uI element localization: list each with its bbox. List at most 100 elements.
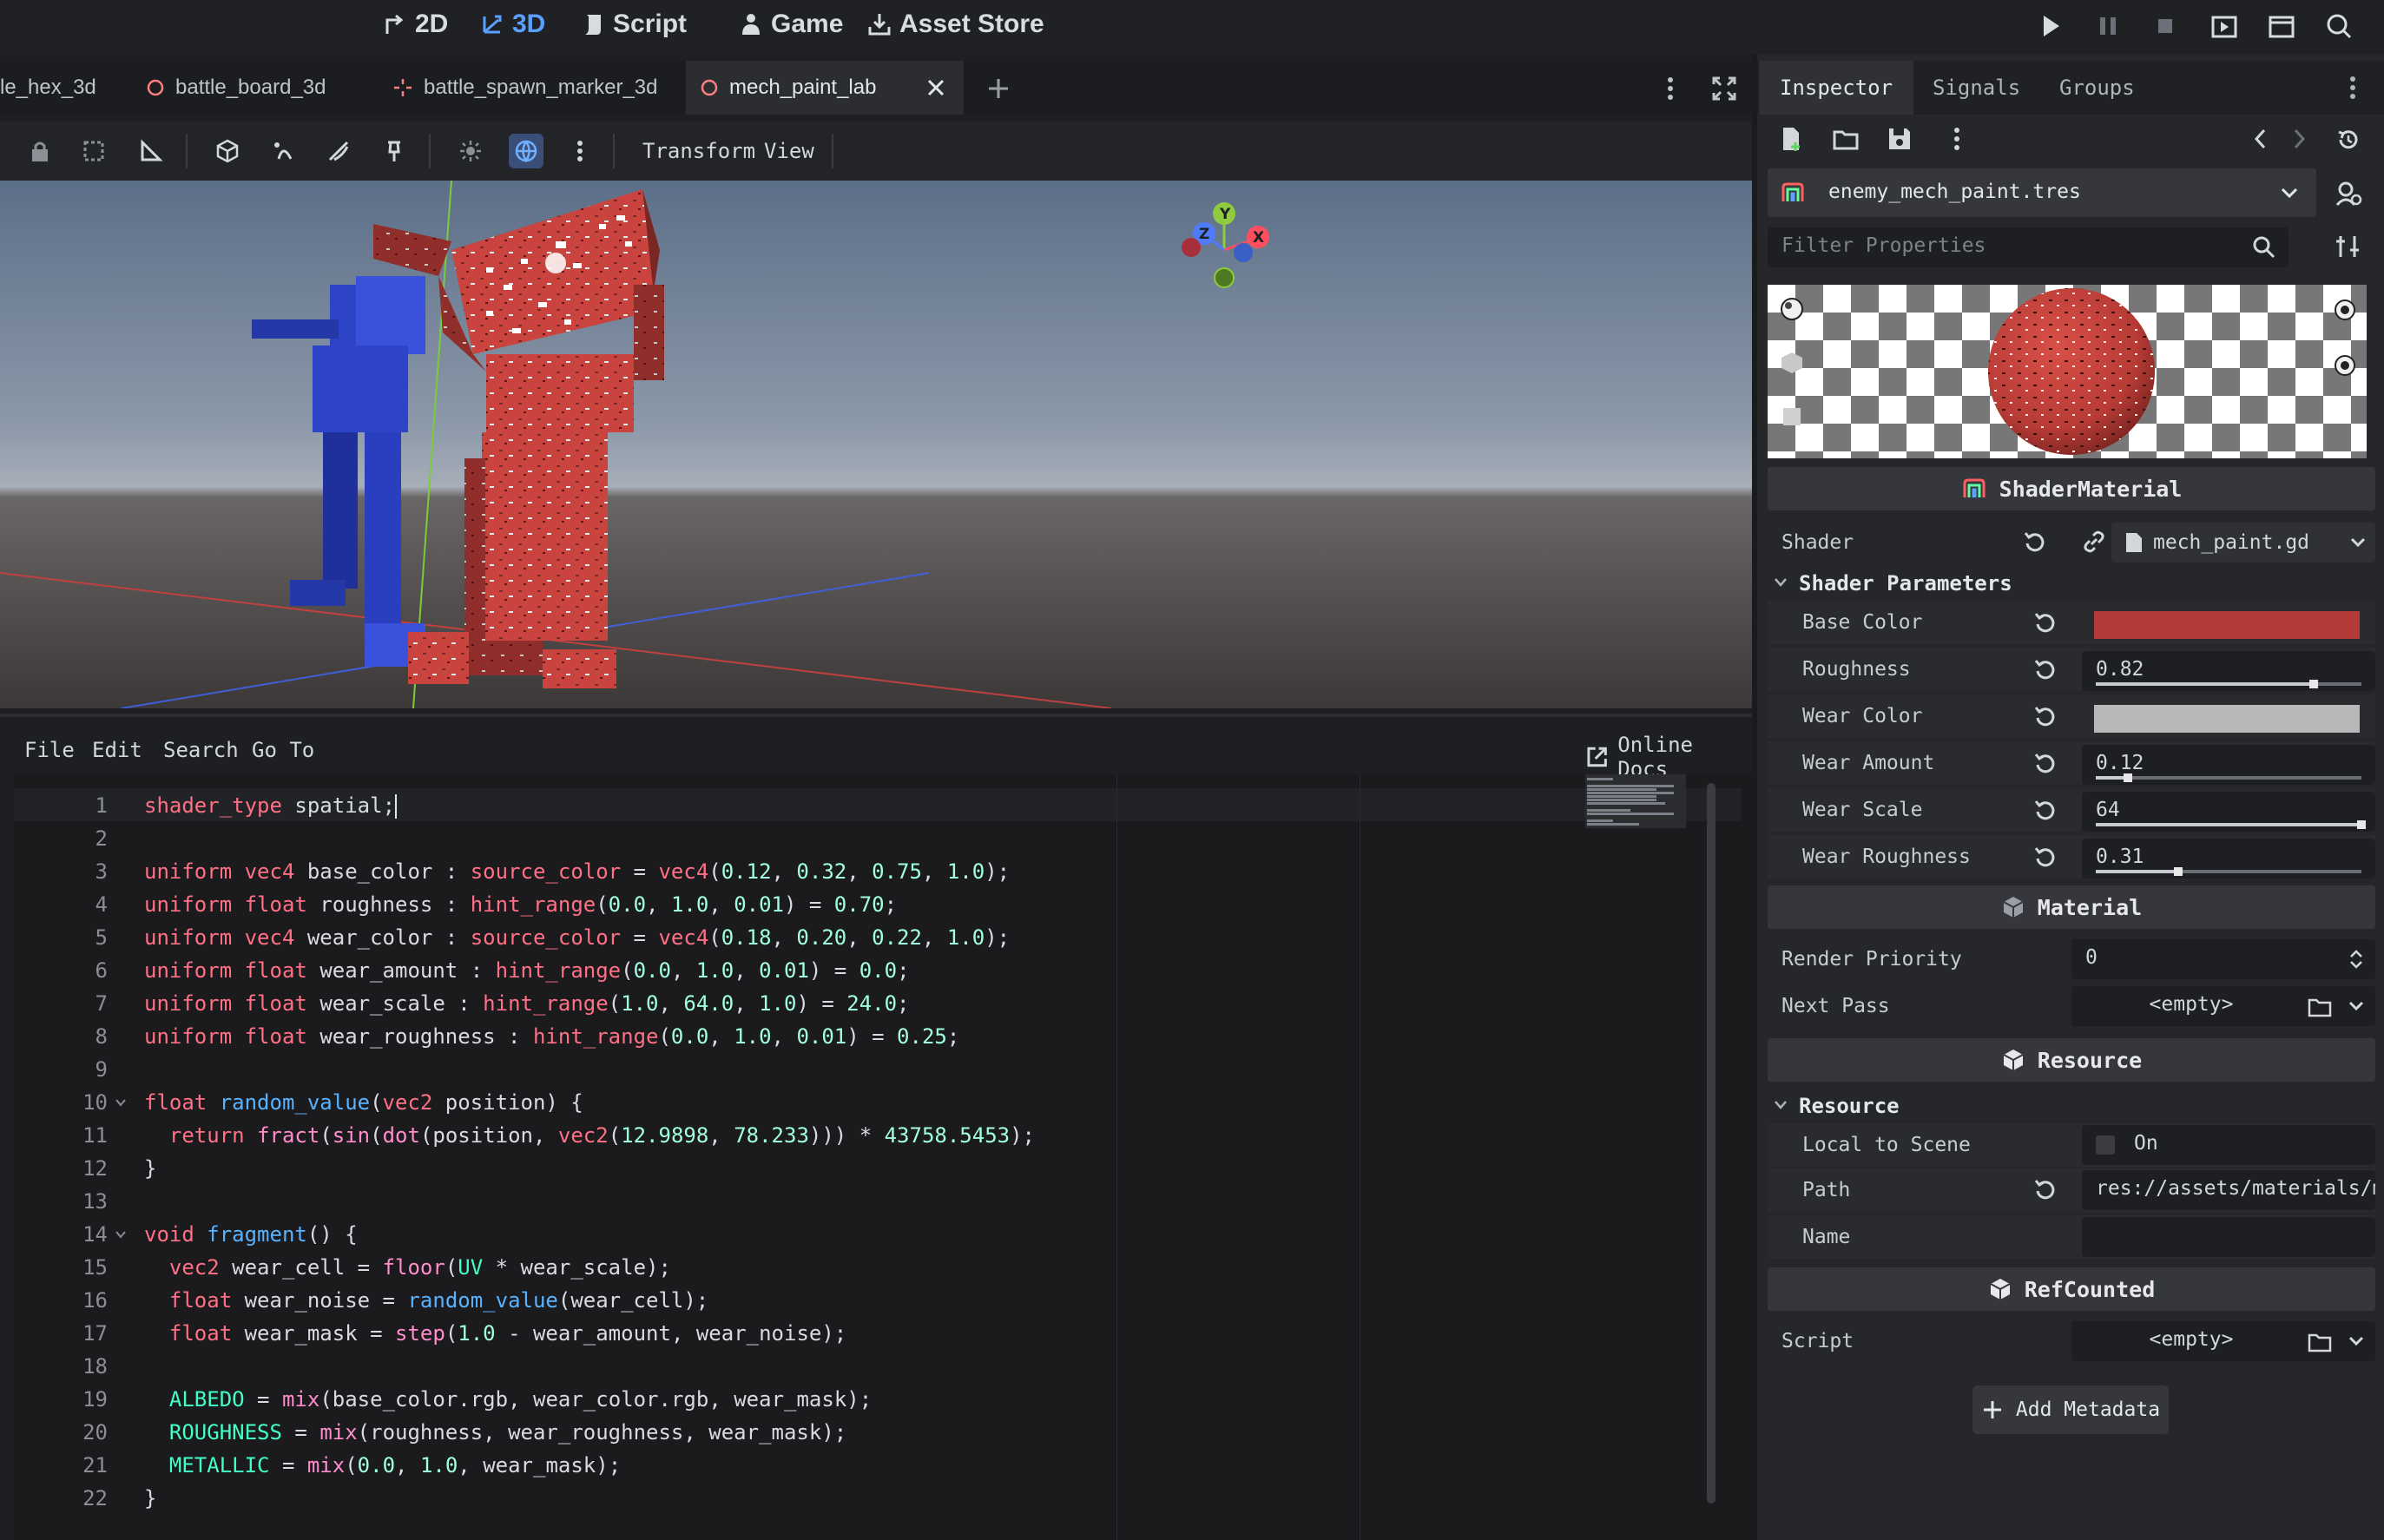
slider-track[interactable] bbox=[2096, 680, 2361, 688]
tools-icon[interactable] bbox=[2334, 233, 2361, 260]
group-icon[interactable] bbox=[76, 134, 111, 168]
file-menu[interactable]: File bbox=[24, 738, 75, 762]
history-back-icon[interactable] bbox=[2250, 127, 2271, 151]
scene-tab-active[interactable]: mech_paint_lab bbox=[686, 61, 964, 115]
reset-icon[interactable] bbox=[2033, 704, 2058, 728]
light-1-icon[interactable] bbox=[2330, 295, 2360, 325]
render-priority-spinbox[interactable]: 0 bbox=[2071, 939, 2375, 979]
name-input[interactable] bbox=[2082, 1217, 2375, 1257]
quad-preview-icon[interactable] bbox=[1778, 403, 1806, 431]
code-editor[interactable]: 1 2 3 4 5 6 7 8 9 10 11 12 13 14 15 16 17 18 19 20 21 22 shad… bbox=[14, 774, 1752, 1540]
goto-menu[interactable]: Go To bbox=[252, 738, 314, 762]
updown-arrows-icon[interactable] bbox=[2348, 948, 2365, 971]
more-icon[interactable] bbox=[2344, 75, 2361, 101]
panel-splitter[interactable] bbox=[1752, 54, 1757, 1540]
history-forward-icon[interactable] bbox=[2289, 127, 2309, 151]
material-preview[interactable] bbox=[1768, 285, 2367, 458]
distraction-free-icon[interactable] bbox=[1710, 75, 1738, 102]
snap-points-icon[interactable] bbox=[266, 134, 300, 168]
slider-field[interactable]: 0.12 bbox=[2082, 745, 2375, 785]
play-custom-scene-icon[interactable] bbox=[2266, 10, 2297, 42]
more-icon[interactable] bbox=[1658, 75, 1683, 102]
color-picker-button[interactable] bbox=[2094, 611, 2360, 639]
tab-groups[interactable]: Groups bbox=[2038, 61, 2156, 115]
sphere-preview-icon[interactable] bbox=[1778, 295, 1806, 323]
mode-script-button[interactable]: Script bbox=[580, 5, 687, 43]
scene-tab[interactable]: battle_board_3d bbox=[132, 61, 339, 115]
search-menu[interactable]: Search bbox=[163, 738, 239, 762]
local-to-scene-checkbox[interactable]: On bbox=[2082, 1125, 2375, 1165]
mode-asset-store-button[interactable]: Asset Store bbox=[866, 5, 1044, 43]
close-icon[interactable] bbox=[925, 77, 946, 98]
stop-icon[interactable] bbox=[2150, 10, 2181, 42]
reset-icon[interactable] bbox=[2023, 530, 2047, 554]
resource-selector[interactable]: enemy_mech_paint.tres bbox=[1768, 168, 2316, 217]
tab-signals[interactable]: Signals bbox=[1912, 61, 2041, 115]
chevron-down-icon[interactable] bbox=[2348, 1333, 2365, 1349]
axis-gizmo[interactable]: Y X Z bbox=[1172, 198, 1276, 293]
open-folder-icon[interactable] bbox=[1832, 125, 1860, 153]
reset-icon[interactable] bbox=[2033, 845, 2058, 869]
reset-icon[interactable] bbox=[2033, 610, 2058, 635]
view-menu[interactable]: View bbox=[764, 139, 814, 163]
slider-track[interactable] bbox=[2096, 867, 2361, 876]
slider-handle[interactable] bbox=[2308, 680, 2318, 688]
slider-handle[interactable] bbox=[2173, 867, 2183, 876]
history-icon[interactable] bbox=[2335, 127, 2361, 153]
object-properties-icon[interactable] bbox=[2334, 179, 2363, 208]
sun-icon[interactable] bbox=[453, 134, 488, 168]
minimap[interactable] bbox=[1585, 774, 1686, 828]
transform-menu[interactable]: Transform bbox=[642, 139, 755, 163]
3d-viewport[interactable]: Y X Z bbox=[0, 181, 1752, 708]
play-scene-icon[interactable] bbox=[2209, 10, 2240, 42]
paint-icon[interactable] bbox=[321, 134, 356, 168]
slider-handle[interactable] bbox=[2357, 820, 2366, 829]
color-picker-button[interactable] bbox=[2094, 705, 2360, 733]
scene-tab[interactable]: le_hex_3d bbox=[0, 61, 110, 115]
slider-track[interactable] bbox=[2096, 820, 2366, 829]
vertical-scrollbar[interactable] bbox=[1707, 783, 1716, 1504]
light-2-icon[interactable] bbox=[2330, 351, 2360, 380]
shader-resource-picker[interactable]: mech_paint.gd bbox=[2111, 523, 2375, 563]
slider-field[interactable]: 0.31 bbox=[2082, 839, 2375, 879]
checkbox[interactable] bbox=[2096, 1135, 2115, 1155]
save-icon[interactable] bbox=[1886, 125, 1913, 153]
snap-cube-icon[interactable] bbox=[210, 134, 245, 168]
mode-3d-button[interactable]: 3D bbox=[479, 5, 545, 43]
movie-maker-icon[interactable] bbox=[2323, 10, 2354, 42]
add-tab-icon[interactable] bbox=[986, 76, 1011, 101]
box-preview-icon[interactable] bbox=[1778, 349, 1806, 377]
fold-chevron-icon[interactable] bbox=[115, 1227, 127, 1240]
slider-field[interactable]: 0.82 bbox=[2082, 651, 2375, 691]
reset-icon[interactable] bbox=[2033, 657, 2058, 681]
ruler-icon[interactable] bbox=[134, 134, 168, 168]
mode-game-button[interactable]: Game bbox=[738, 5, 843, 43]
fold-chevron-icon[interactable] bbox=[115, 1096, 127, 1108]
filter-properties-input[interactable]: Filter Properties bbox=[1768, 227, 2289, 267]
load-resource-icon[interactable] bbox=[2308, 1330, 2332, 1352]
resource-group[interactable]: Resource bbox=[1768, 1083, 2375, 1127]
slider-track[interactable] bbox=[2096, 773, 2361, 782]
reset-icon[interactable] bbox=[2033, 1177, 2058, 1201]
next-pass-picker[interactable]: <empty> bbox=[2071, 986, 2375, 1026]
slider-field[interactable]: 64 bbox=[2082, 792, 2375, 832]
edit-menu[interactable]: Edit bbox=[92, 738, 142, 762]
load-resource-icon[interactable] bbox=[2308, 995, 2332, 1017]
script-picker[interactable]: <empty> bbox=[2071, 1321, 2375, 1361]
lock-icon[interactable] bbox=[23, 134, 57, 168]
mode-2d-button[interactable]: 2D bbox=[382, 5, 448, 43]
link-icon[interactable] bbox=[2082, 530, 2106, 554]
environment-icon[interactable] bbox=[509, 134, 543, 168]
shader-parameters-group[interactable]: Shader Parameters bbox=[1768, 561, 2375, 604]
pause-icon[interactable] bbox=[2092, 10, 2124, 42]
tab-inspector[interactable]: Inspector bbox=[1759, 61, 1914, 115]
chevron-down-icon[interactable] bbox=[2348, 998, 2365, 1014]
more-icon[interactable] bbox=[563, 134, 597, 168]
add-metadata-button[interactable]: Add Metadata bbox=[1972, 1385, 2169, 1434]
path-input[interactable]: res://assets/materials/me bbox=[2082, 1170, 2375, 1210]
scene-tab[interactable]: battle_spawn_marker_3d bbox=[379, 61, 672, 115]
play-icon[interactable] bbox=[2035, 10, 2066, 42]
new-resource-icon[interactable] bbox=[1778, 125, 1806, 153]
more-icon[interactable] bbox=[1948, 125, 1966, 153]
reset-icon[interactable] bbox=[2033, 798, 2058, 822]
